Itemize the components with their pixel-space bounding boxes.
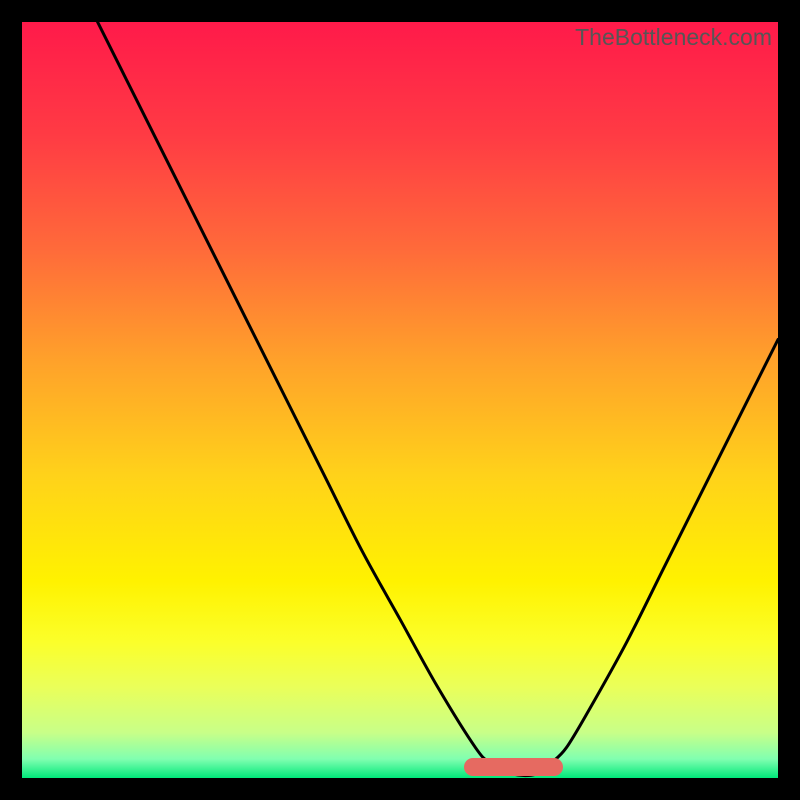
optimal-range-marker (464, 758, 563, 776)
curve-path (98, 22, 778, 776)
chart-frame: TheBottleneck.com (22, 22, 778, 778)
bottleneck-curve (22, 22, 778, 778)
